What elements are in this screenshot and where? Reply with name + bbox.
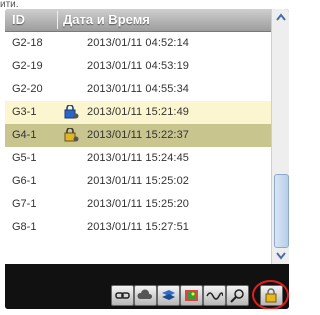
event-list-window: ID Дата и Время G2-18 2013/01/11 04:52:1… — [5, 9, 289, 309]
row-id: G7-1 — [12, 198, 37, 210]
wave-icon — [206, 292, 223, 300]
row-datetime: 2013/01/11 15:24:45 — [87, 152, 190, 164]
zoom-icon — [230, 289, 244, 303]
row-datetime: 2013/01/11 15:25:02 — [87, 175, 190, 187]
table-row[interactable]: G2-18 2013/01/11 04:52:14 — [5, 32, 271, 55]
zoom-button[interactable] — [226, 285, 249, 306]
blue-lock-icon — [64, 105, 79, 119]
column-divider — [57, 11, 58, 29]
layers-icon — [162, 290, 175, 300]
image-button[interactable] — [180, 285, 203, 306]
table-row-highlighted[interactable]: G3-1 2013/01/11 15:21:49 — [5, 101, 271, 124]
column-header-datetime[interactable]: Дата и Время — [63, 12, 150, 27]
vertical-scrollbar[interactable] — [271, 9, 289, 264]
row-id: G2-18 — [12, 37, 43, 49]
layers-button[interactable] — [157, 285, 180, 306]
table-row[interactable]: G6-1 2013/01/11 15:25:02 — [5, 170, 271, 193]
table-row[interactable]: G2-20 2013/01/11 04:55:34 — [5, 78, 271, 101]
row-datetime: 2013/01/11 04:55:34 — [87, 83, 190, 95]
row-datetime: 2013/01/11 15:25:20 — [87, 198, 190, 210]
image-icon — [185, 290, 198, 301]
column-header-id[interactable]: ID — [12, 12, 25, 27]
scroll-thumb[interactable] — [274, 174, 289, 248]
cloud-icon — [137, 289, 153, 299]
row-id: G5-1 — [12, 152, 37, 164]
cloud-button[interactable] — [134, 285, 157, 306]
row-datetime: 2013/01/11 04:53:19 — [87, 60, 190, 72]
row-id: G4-1 — [12, 129, 37, 141]
scroll-up-arrow-icon[interactable] — [274, 11, 288, 25]
table-row[interactable]: G8-1 2013/01/11 15:27:51 — [5, 216, 271, 239]
row-id: G6-1 — [12, 175, 37, 187]
event-list: ID Дата и Время G2-18 2013/01/11 04:52:1… — [5, 9, 271, 264]
row-datetime: 2013/01/11 04:52:14 — [87, 37, 190, 49]
waveform-button[interactable] — [203, 285, 226, 306]
row-datetime: 2013/01/11 15:27:51 — [87, 221, 190, 233]
link-button[interactable] — [111, 285, 134, 306]
row-id: G2-20 — [12, 83, 43, 95]
table-row[interactable]: G5-1 2013/01/11 15:24:45 — [5, 147, 271, 170]
link-icon — [115, 292, 130, 299]
row-datetime: 2013/01/11 15:21:49 — [87, 106, 190, 118]
yellow-lock-icon — [64, 128, 79, 142]
bottom-toolbar — [5, 264, 289, 309]
row-id: G3-1 — [12, 106, 37, 118]
row-id: G2-19 — [12, 60, 43, 72]
table-row-selected[interactable]: G4-1 2013/01/11 15:22:37 — [5, 124, 271, 147]
scroll-down-arrow-icon[interactable] — [274, 248, 288, 262]
row-id: G8-1 — [12, 221, 37, 233]
table-row[interactable]: G7-1 2013/01/11 15:25:20 — [5, 193, 271, 216]
table-row[interactable]: G2-19 2013/01/11 04:53:19 — [5, 55, 271, 78]
highlight-circle — [252, 280, 289, 309]
row-datetime: 2013/01/11 15:22:37 — [87, 129, 190, 141]
list-header: ID Дата и Время — [5, 9, 271, 32]
